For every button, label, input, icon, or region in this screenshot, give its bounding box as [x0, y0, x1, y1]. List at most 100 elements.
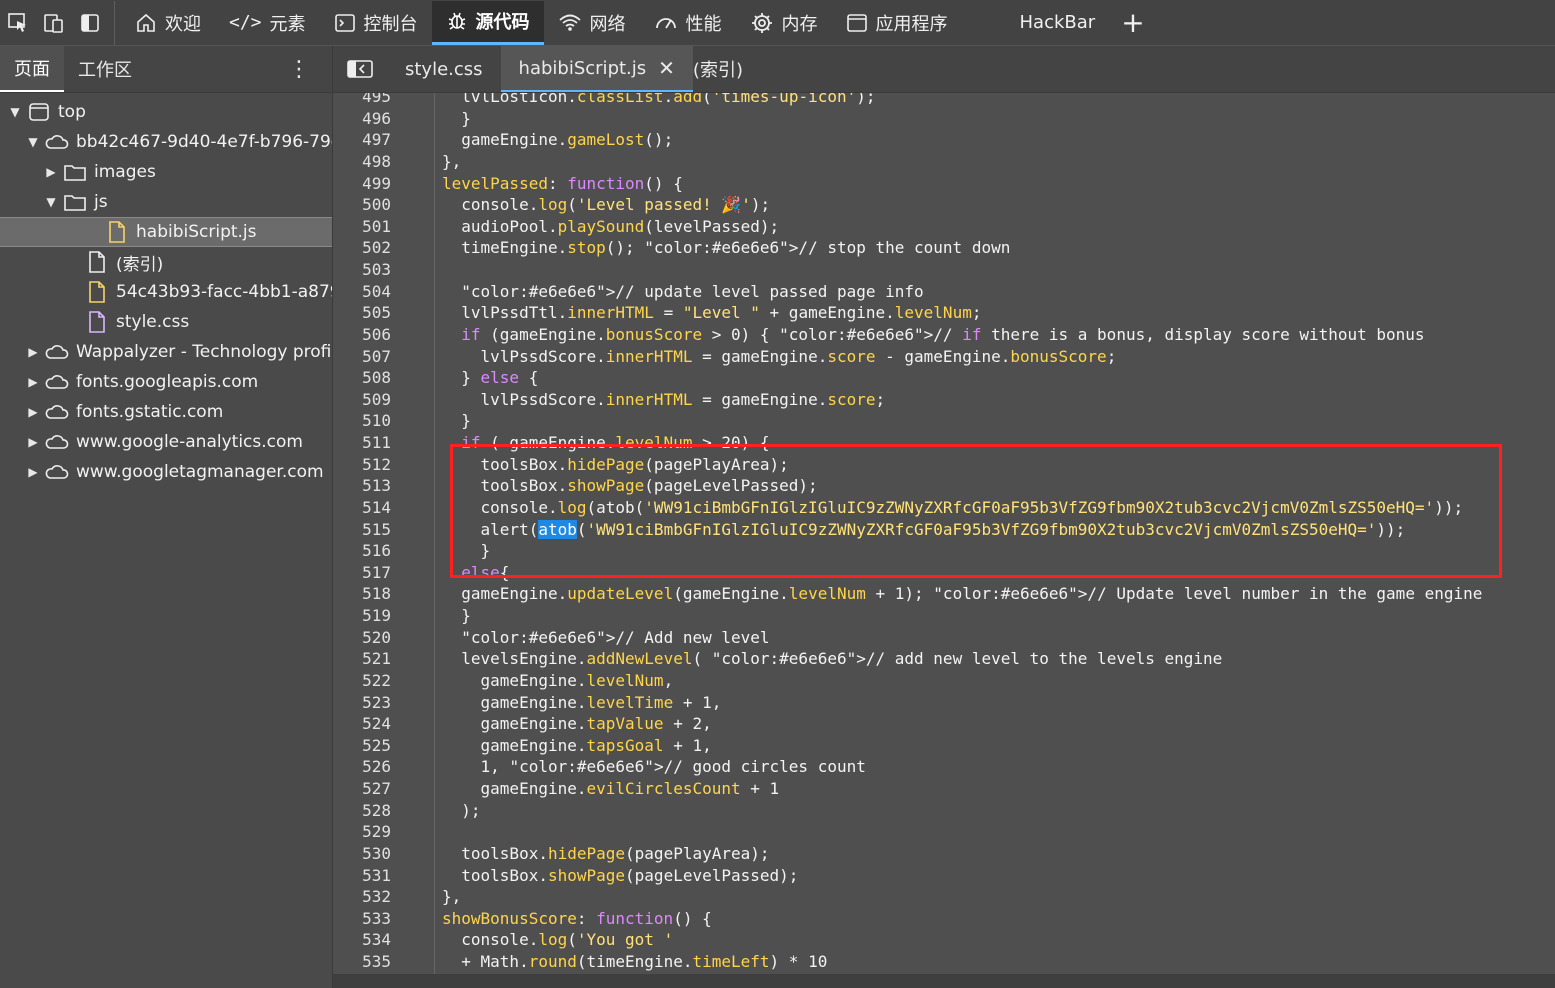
code-text: alert(atob('WW91ciBmbGFnIGlzIGluIC9zZWNy…: [442, 519, 1406, 539]
tree-item[interactable]: ▶ fonts.gstatic.com: [0, 397, 332, 427]
line-number[interactable]: 498: [333, 151, 391, 173]
expanded-caret-icon[interactable]: ▼: [26, 135, 40, 149]
code-text: timeEngine.stop(); "color:#e6e6e6">// st…: [442, 238, 1011, 258]
line-number[interactable]: 496: [333, 108, 391, 130]
code-line: 534 console.log('You got ': [333, 929, 1555, 951]
line-number[interactable]: 534: [333, 929, 391, 951]
collapsed-caret-icon[interactable]: ▶: [26, 465, 40, 479]
tab-sources[interactable]: 源代码: [431, 0, 544, 45]
tree-item[interactable]: ▶ fonts.googleapis.com: [0, 367, 332, 397]
tab-network[interactable]: 网络: [544, 1, 640, 45]
line-number[interactable]: 499: [333, 173, 391, 195]
line-number[interactable]: 519: [333, 605, 391, 627]
console-icon: [334, 13, 355, 32]
editor-tab-habibiscript-js[interactable]: habibiScript.js ✕: [500, 46, 693, 92]
horizontal-scrollbar[interactable]: [333, 974, 1555, 988]
inspect-element-icon[interactable]: [0, 1, 36, 45]
line-number[interactable]: 509: [333, 389, 391, 411]
tree-item-label: Wappalyzer - Technology profile: [76, 342, 332, 362]
line-number[interactable]: 497: [333, 129, 391, 151]
line-number[interactable]: 525: [333, 735, 391, 757]
line-number[interactable]: 512: [333, 454, 391, 476]
tree-item[interactable]: ▶ Wappalyzer - Technology profile: [0, 337, 332, 367]
tree-item[interactable]: ▼ bb42c467-9d40-4e7f-b796-79e: [0, 127, 332, 157]
tree-item[interactable]: (索引): [0, 247, 332, 277]
device-emulation-icon[interactable]: [36, 1, 72, 45]
line-number[interactable]: 531: [333, 865, 391, 887]
more-options-icon[interactable]: ⋮: [288, 57, 310, 82]
tree-item[interactable]: ▼ top: [0, 97, 332, 127]
tree-item[interactable]: ▶ www.google-analytics.com: [0, 427, 332, 457]
collapsed-caret-icon[interactable]: ▶: [26, 405, 40, 419]
line-number[interactable]: 526: [333, 756, 391, 778]
line-number[interactable]: 528: [333, 800, 391, 822]
tab-hackbar[interactable]: HackBar: [1006, 1, 1110, 45]
line-number[interactable]: 530: [333, 843, 391, 865]
code-text: toolsBox.hidePage(pagePlayArea);: [442, 843, 770, 863]
line-number[interactable]: 508: [333, 367, 391, 389]
line-number[interactable]: 518: [333, 583, 391, 605]
toggle-navigator-icon[interactable]: [333, 46, 387, 92]
tab-page[interactable]: 页面: [0, 46, 64, 92]
collapsed-caret-icon[interactable]: ▶: [26, 345, 40, 359]
line-number[interactable]: 503: [333, 259, 391, 281]
line-number[interactable]: 506: [333, 324, 391, 346]
line-number[interactable]: 500: [333, 194, 391, 216]
cloud-icon: [44, 460, 70, 484]
collapsed-caret-icon[interactable]: ▶: [26, 435, 40, 449]
close-tab-icon[interactable]: ✕: [658, 56, 675, 80]
line-number[interactable]: 505: [333, 302, 391, 324]
line-number[interactable]: 514: [333, 497, 391, 519]
line-number[interactable]: 533: [333, 908, 391, 930]
line-number[interactable]: 529: [333, 821, 391, 843]
line-number[interactable]: 523: [333, 692, 391, 714]
line-number[interactable]: 524: [333, 713, 391, 735]
line-number[interactable]: 513: [333, 475, 391, 497]
line-number[interactable]: 511: [333, 432, 391, 454]
tree-item[interactable]: style.css: [0, 307, 332, 337]
tree-item[interactable]: ▶ www.googletagmanager.com: [0, 457, 332, 487]
tab-label: 元素: [269, 13, 306, 35]
code-line: 528 );: [333, 800, 1555, 822]
line-number[interactable]: 507: [333, 346, 391, 368]
expanded-caret-icon[interactable]: ▼: [8, 105, 22, 119]
collapsed-caret-icon[interactable]: ▶: [26, 375, 40, 389]
editor-tab-index[interactable]: (索引): [693, 46, 761, 92]
line-number[interactable]: 520: [333, 627, 391, 649]
more-tools-plus-icon[interactable]: +: [1109, 6, 1156, 39]
code-text: else{: [461, 562, 510, 582]
tab-console[interactable]: 控制台: [320, 1, 432, 45]
folder-icon: [62, 160, 88, 184]
tab-memory[interactable]: 内存: [736, 1, 832, 45]
toggle-drawer-icon[interactable]: [72, 1, 108, 45]
code-editor[interactable]: 495 lvlLostIcon.classList.add('times-up-…: [333, 93, 1555, 974]
tab-performance[interactable]: 性能: [640, 1, 736, 45]
tree-item[interactable]: habibiScript.js: [0, 217, 332, 247]
line-number[interactable]: 510: [333, 410, 391, 432]
tree-item[interactable]: 54c43b93-facc-4bb1-a879-0e: [0, 277, 332, 307]
tab-welcome[interactable]: 欢迎: [121, 1, 215, 45]
collapsed-caret-icon[interactable]: ▶: [44, 165, 58, 179]
line-number[interactable]: 535: [333, 951, 391, 973]
line-number[interactable]: 532: [333, 886, 391, 908]
tree-item[interactable]: ▶ images: [0, 157, 332, 187]
line-number[interactable]: 521: [333, 648, 391, 670]
tree-item[interactable]: ▼ js: [0, 187, 332, 217]
elements-icon: </>: [229, 12, 262, 33]
line-number[interactable]: 516: [333, 540, 391, 562]
line-number[interactable]: 517: [333, 562, 391, 584]
line-number[interactable]: 502: [333, 237, 391, 259]
line-number[interactable]: 522: [333, 670, 391, 692]
line-number[interactable]: 501: [333, 216, 391, 238]
tab-application[interactable]: 应用程序: [832, 1, 962, 45]
tab-elements[interactable]: </> 元素: [215, 1, 320, 45]
line-number[interactable]: 495: [333, 93, 391, 108]
expanded-caret-icon[interactable]: ▼: [44, 195, 58, 209]
line-number[interactable]: 515: [333, 519, 391, 541]
line-number[interactable]: 527: [333, 778, 391, 800]
line-number[interactable]: 504: [333, 281, 391, 303]
tab-workspace[interactable]: 工作区: [64, 46, 146, 92]
editor-tab-style-css[interactable]: style.css: [387, 46, 501, 92]
tab-label: 应用程序: [875, 13, 948, 35]
code-text: if ( gameEngine.levelNum > 20) {: [461, 433, 770, 452]
